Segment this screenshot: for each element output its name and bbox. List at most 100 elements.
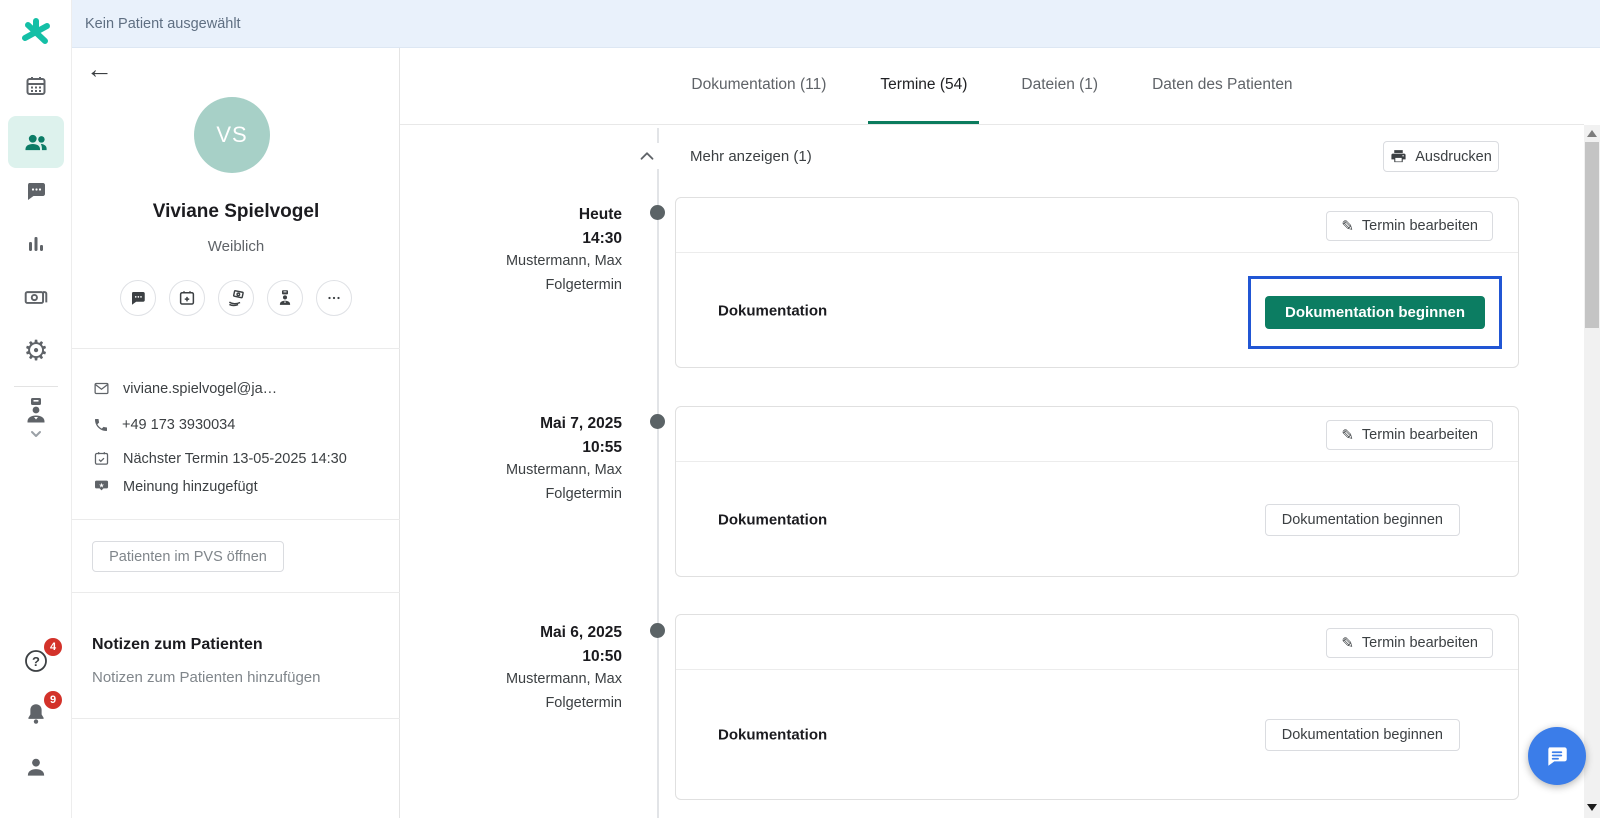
scrollbar-down-arrow[interactable] xyxy=(1587,804,1597,811)
sidebar-item-calendar[interactable] xyxy=(8,62,64,110)
appointment-card-body: Dokumentation Dokumentation beginnen xyxy=(676,253,1518,368)
appointment-card: ✎ Termin bearbeiten Dokumentation Dokume… xyxy=(675,614,1519,800)
payment-hand-icon xyxy=(228,289,244,306)
begin-documentation-button[interactable]: Dokumentation beginnen xyxy=(1265,296,1485,329)
documentation-label: Dokumentation xyxy=(718,302,828,319)
edit-appointment-button[interactable]: ✎ Termin bearbeiten xyxy=(1326,420,1493,450)
appointment-card-body: Dokumentation Dokumentation beginnen xyxy=(676,462,1518,577)
open-pvs-button[interactable]: Patienten im PVS öffnen xyxy=(92,541,284,572)
sidebar-item-profile[interactable] xyxy=(8,743,64,791)
tab-patientendaten[interactable]: Daten des Patienten xyxy=(1140,48,1304,124)
entry-patient: Mustermann, Max xyxy=(505,253,622,269)
edit-appointment-label: Termin bearbeiten xyxy=(1361,427,1478,443)
tab-dateien[interactable]: Dateien (1) xyxy=(1009,48,1110,124)
sidebar-item-practitioner[interactable] xyxy=(8,390,64,446)
edit-appointment-label: Termin bearbeiten xyxy=(1361,635,1478,651)
patient-phone-row: +49 173 3930034 xyxy=(93,417,235,433)
patient-avatar: VS xyxy=(194,97,270,173)
patient-email: viviane.spielvogel@ja… xyxy=(123,380,278,397)
print-button[interactable]: Ausdrucken xyxy=(1383,141,1499,172)
patient-panel: ← VS Viviane Spielvogel Weiblich viviane… xyxy=(72,48,400,818)
patient-gender: Weiblich xyxy=(207,238,265,255)
entry-patient: Mustermann, Max xyxy=(505,671,622,687)
scrollbar-up-arrow[interactable] xyxy=(1587,130,1597,137)
tab-bar: Dokumentation (11) Termine (54) Dateien … xyxy=(400,48,1584,125)
message-patient-button[interactable] xyxy=(120,280,156,316)
timeline-entry: Mai 6, 2025 10:50 Mustermann, Max Folget… xyxy=(440,621,622,715)
printer-icon xyxy=(1391,150,1406,163)
appointment-card: ✎ Termin bearbeiten Dokumentation Dokume… xyxy=(675,197,1519,368)
appointment-card-header: ✎ Termin bearbeiten xyxy=(676,615,1518,670)
sidebar-item-patients[interactable] xyxy=(8,116,64,168)
app-sidebar: ⚙ ? 4 9 xyxy=(0,0,72,818)
sidebar-item-messages[interactable] xyxy=(8,167,64,215)
more-actions-button[interactable] xyxy=(316,280,352,316)
next-appointment: Nächster Termin 13-05-2025 14:30 xyxy=(123,450,347,467)
review-status: Meinung hinzugefügt xyxy=(123,478,258,495)
patient-phone: +49 173 3930034 xyxy=(122,417,236,433)
entry-type: Folgetermin xyxy=(545,694,622,711)
appointment-card-header: ✎ Termin bearbeiten xyxy=(676,407,1518,462)
timeline-dot xyxy=(650,414,665,429)
support-chat-fab[interactable] xyxy=(1528,727,1586,785)
review-status-row: ★ Meinung hinzugefügt xyxy=(93,478,258,495)
app-logo[interactable] xyxy=(8,8,64,56)
payment-button[interactable] xyxy=(218,280,254,316)
timeline-entry: Mai 7, 2025 10:55 Mustermann, Max Folget… xyxy=(440,412,622,506)
back-arrow-icon[interactable]: ← xyxy=(86,56,113,83)
help-badge: 4 xyxy=(44,638,62,656)
entry-date: Mai 7, 2025 xyxy=(540,415,622,432)
patient-action-row xyxy=(72,280,400,316)
calendar-icon xyxy=(26,77,46,95)
new-appointment-button[interactable] xyxy=(169,280,205,316)
collapse-chevron-up-icon[interactable] xyxy=(634,143,660,169)
entry-date: Heute xyxy=(578,206,622,223)
bar-chart-icon xyxy=(29,237,43,251)
tab-termine[interactable]: Termine (54) xyxy=(868,48,980,124)
notifications-badge: 9 xyxy=(44,691,62,709)
tutorial-highlight-box: Dokumentation beginnen xyxy=(1248,276,1502,349)
notes-title: Notizen zum Patienten xyxy=(92,636,263,653)
next-appointment-row: Nächster Termin 13-05-2025 14:30 xyxy=(93,450,347,467)
panel-divider xyxy=(72,519,400,520)
chat-bubble-icon xyxy=(1548,747,1567,766)
sidebar-item-billing[interactable] xyxy=(8,273,64,321)
review-flag-icon: ★ xyxy=(95,480,109,491)
assign-practitioner-button[interactable] xyxy=(267,280,303,316)
begin-documentation-button[interactable]: Dokumentation beginnen xyxy=(1264,719,1460,751)
sidebar-divider xyxy=(14,386,58,387)
money-icon xyxy=(24,291,48,304)
scrollbar-track[interactable] xyxy=(1584,125,1600,818)
entry-patient: Mustermann, Max xyxy=(505,462,622,478)
svg-text:★: ★ xyxy=(99,483,105,490)
appointment-card: ✎ Termin bearbeiten Dokumentation Dokume… xyxy=(675,406,1519,577)
chevron-down-icon xyxy=(31,431,41,437)
chat-icon xyxy=(132,292,145,305)
sidebar-item-settings[interactable]: ⚙ xyxy=(8,327,64,375)
edit-appointment-label: Termin bearbeiten xyxy=(1361,218,1478,234)
email-icon xyxy=(94,382,109,395)
entry-time: 10:55 xyxy=(582,438,622,456)
entry-date: Mai 6, 2025 xyxy=(540,624,622,641)
ellipsis-icon xyxy=(328,296,340,300)
panel-divider xyxy=(72,348,400,349)
timeline-entry: Heute 14:30 Mustermann, Max Folgetermin xyxy=(440,203,622,297)
patient-name: Viviane Spielvogel xyxy=(152,201,320,222)
sidebar-item-statistics[interactable] xyxy=(8,220,64,268)
entry-time: 10:50 xyxy=(582,647,622,665)
edit-appointment-button[interactable]: ✎ Termin bearbeiten xyxy=(1326,628,1493,658)
scrollbar-thumb[interactable] xyxy=(1585,142,1599,328)
timeline xyxy=(657,128,659,818)
begin-documentation-button[interactable]: Dokumentation beginnen xyxy=(1264,503,1460,536)
chat-icon xyxy=(28,183,45,200)
show-more-link[interactable]: Mehr anzeigen (1) xyxy=(690,148,812,165)
tab-dokumentation[interactable]: Dokumentation (11) xyxy=(679,48,838,124)
entry-type: Folgetermin xyxy=(545,485,622,502)
edit-appointment-button[interactable]: ✎ Termin bearbeiten xyxy=(1326,211,1493,241)
panel-divider xyxy=(72,718,400,719)
topbar: Kein Patient ausgewählt xyxy=(72,0,1600,48)
gear-icon: ⚙ xyxy=(23,335,49,366)
doctor-icon xyxy=(279,290,291,305)
patient-email-row: viviane.spielvogel@ja… xyxy=(93,380,277,397)
add-notes-placeholder[interactable]: Notizen zum Patienten hinzufügen xyxy=(92,669,320,686)
